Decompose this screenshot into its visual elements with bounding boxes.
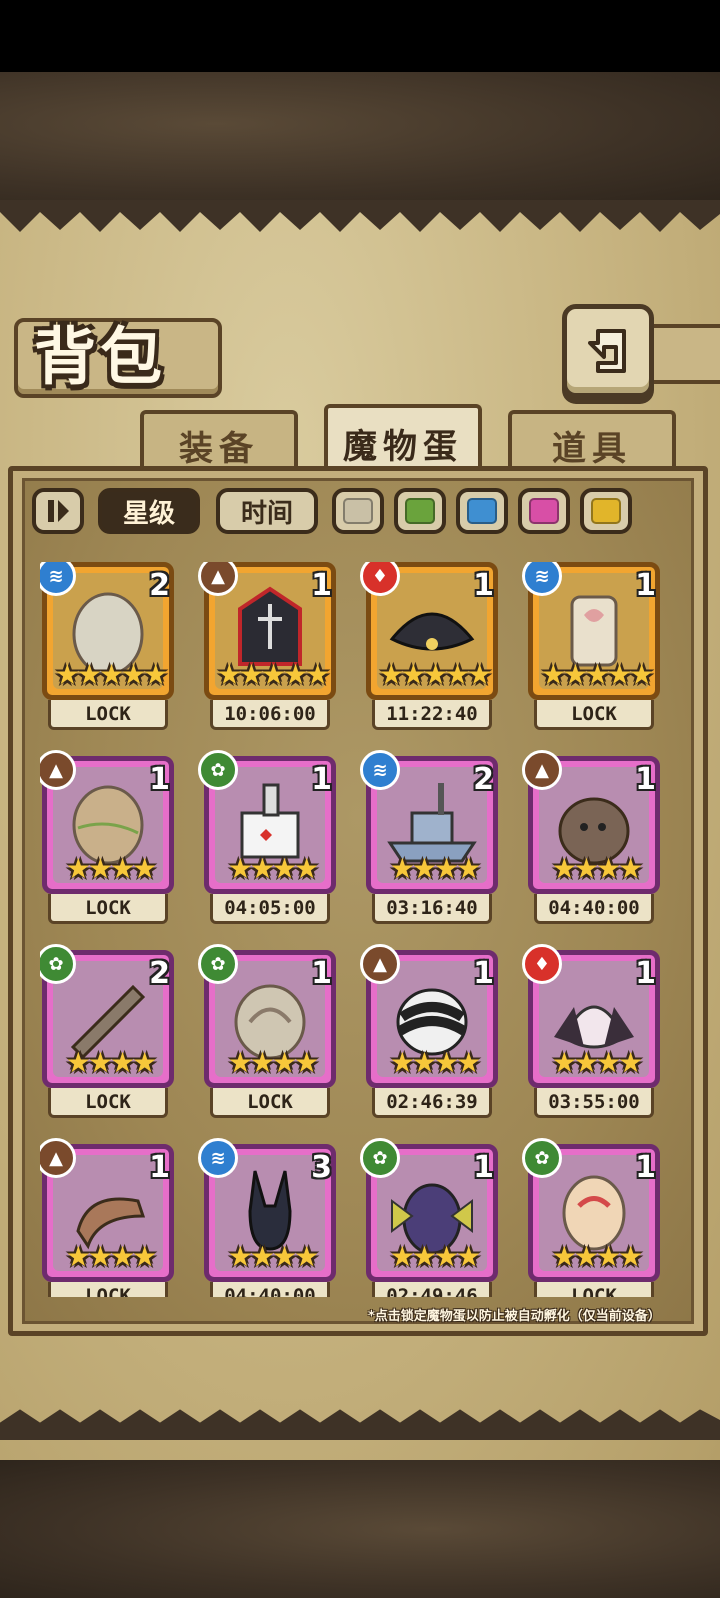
egg-status-label[interactable]: 03:55:00: [534, 1088, 654, 1118]
star-rating: ★★★★: [65, 1240, 157, 1273]
egg-status-label[interactable]: 02:49:46: [372, 1282, 492, 1297]
sort-by-star-button[interactable]: 星级: [98, 488, 200, 534]
egg-count: 1: [473, 1150, 494, 1185]
egg-count: 1: [635, 956, 656, 991]
star-rating: ★★★★: [227, 852, 319, 885]
egg-status-label[interactable]: LOCK: [48, 700, 168, 730]
egg-status-label[interactable]: LOCK: [534, 700, 654, 730]
egg-count: 2: [473, 762, 494, 797]
egg-status-label[interactable]: LOCK: [48, 1282, 168, 1297]
egg-card[interactable]: ✿ 1 ★★★★ 02:49:46: [360, 1138, 504, 1297]
star-rating: ★★★★: [551, 1046, 643, 1079]
egg-count: 1: [311, 762, 332, 797]
egg-status-label[interactable]: 03:16:40: [372, 894, 492, 924]
page-title: 背包: [34, 320, 167, 393]
egg-status-label[interactable]: LOCK: [210, 1088, 330, 1118]
star-rating: ★★★★: [65, 1046, 157, 1079]
egg-card[interactable]: ✿ 1 ★★★★ LOCK: [198, 944, 342, 1120]
egg-card[interactable]: ▲ 1 ★★★★ 04:40:00: [522, 750, 666, 926]
element-water-icon: ≋: [198, 1138, 238, 1178]
map-background-bottom: [0, 1460, 720, 1598]
egg-count: 1: [311, 568, 332, 603]
element-wind-icon: ✿: [198, 944, 238, 984]
egg-count: 1: [635, 762, 656, 797]
back-arrow-icon: [588, 329, 626, 373]
star-rating: ★★★★: [389, 852, 481, 885]
egg-status-label[interactable]: 04:40:00: [534, 894, 654, 924]
egg-count: 1: [473, 568, 494, 603]
star-rating: ★★★★★: [378, 658, 493, 691]
element-earth-icon: ▲: [360, 944, 400, 984]
egg-card[interactable]: ▲ 1 ★★★★ 02:46:39: [360, 944, 504, 1120]
sort-order-toggle[interactable]: [32, 488, 84, 534]
egg-count: 3: [311, 1150, 332, 1185]
egg-count: 1: [635, 1150, 656, 1185]
egg-status-label[interactable]: 02:46:39: [372, 1088, 492, 1118]
egg-card[interactable]: ✿ 1 ★★★★ 04:05:00: [198, 750, 342, 926]
filter-color-pink[interactable]: [518, 488, 570, 534]
status-bar: [0, 0, 720, 72]
filter-bar: 星级 时间: [32, 488, 692, 540]
egg-card[interactable]: ▲ 1 ★★★★ LOCK: [40, 750, 180, 926]
star-rating: ★★★★★: [540, 658, 655, 691]
egg-card[interactable]: ≋ 3 ★★★★ 04:40:00: [198, 1138, 342, 1297]
star-rating: ★★★★: [65, 852, 157, 885]
filter-color-green[interactable]: [394, 488, 446, 534]
filter-color-yellow[interactable]: [580, 488, 632, 534]
map-background-top: [0, 72, 720, 202]
element-wind-icon: ✿: [360, 1138, 400, 1178]
element-wind-icon: ✿: [522, 1138, 562, 1178]
auto-hatch-footnote: *点击锁定魔物蛋以防止被自动孵化（仅当前设备）: [368, 1309, 661, 1324]
egg-status-label[interactable]: LOCK: [534, 1282, 654, 1297]
element-wind-icon: ✿: [198, 750, 238, 790]
egg-count: 2: [149, 956, 170, 991]
egg-status-label[interactable]: 11:22:40: [372, 700, 492, 730]
egg-card[interactable]: ♦ 1 ★★★★ 03:55:00: [522, 944, 666, 1120]
egg-count: 1: [473, 956, 494, 991]
sort-toggle-icon: [48, 500, 69, 522]
egg-card[interactable]: ♦ 1 ★★★★★ 11:22:40: [360, 562, 504, 732]
egg-count: 1: [635, 568, 656, 603]
egg-count: 2: [149, 568, 170, 603]
back-button-tail: [644, 324, 720, 384]
egg-status-label[interactable]: LOCK: [48, 894, 168, 924]
back-button[interactable]: [562, 304, 654, 398]
egg-card[interactable]: ≋ 1 ★★★★★ LOCK: [522, 562, 666, 732]
egg-count: 1: [149, 762, 170, 797]
egg-status-label[interactable]: 04:05:00: [210, 894, 330, 924]
sort-by-time-button[interactable]: 时间: [216, 488, 318, 534]
star-rating: ★★★★: [389, 1046, 481, 1079]
egg-card[interactable]: ≋ 2 ★★★★ 03:16:40: [360, 750, 504, 926]
filter-color-blue[interactable]: [456, 488, 508, 534]
egg-card[interactable]: ▲ 1 ★★★★ LOCK: [40, 1138, 180, 1297]
egg-count: 1: [311, 956, 332, 991]
star-rating: ★★★★: [551, 852, 643, 885]
element-water-icon: ≋: [360, 750, 400, 790]
egg-status-label[interactable]: 04:40:00: [210, 1282, 330, 1297]
torn-edge-bottom: [0, 1409, 720, 1440]
egg-card[interactable]: ≋ 2 ★★★★★ LOCK: [40, 562, 180, 732]
egg-status-label[interactable]: 10:06:00: [210, 700, 330, 730]
star-rating: ★★★★: [389, 1240, 481, 1273]
egg-count: 1: [149, 1150, 170, 1185]
element-earth-icon: ▲: [522, 750, 562, 790]
star-rating: ★★★★: [227, 1046, 319, 1079]
element-fire-icon: ♦: [522, 944, 562, 984]
egg-card[interactable]: ✿ 1 ★★★★ LOCK: [522, 1138, 666, 1297]
egg-grid: ≋ 2 ★★★★★ LOCK ▲ 1 ★★★★★ 10:06:00 ♦ 1 ★★★★★ 11:22:4…: [40, 562, 680, 1297]
egg-status-label[interactable]: LOCK: [48, 1088, 168, 1118]
filter-color-gray[interactable]: [332, 488, 384, 534]
star-rating: ★★★★: [551, 1240, 643, 1273]
star-rating: ★★★★★: [216, 658, 331, 691]
star-rating: ★★★★: [227, 1240, 319, 1273]
egg-card[interactable]: ✿ 2 ★★★★ LOCK: [40, 944, 180, 1120]
egg-card[interactable]: ▲ 1 ★★★★★ 10:06:00: [198, 562, 342, 732]
star-rating: ★★★★★: [54, 658, 169, 691]
torn-edge-top: [0, 200, 720, 232]
